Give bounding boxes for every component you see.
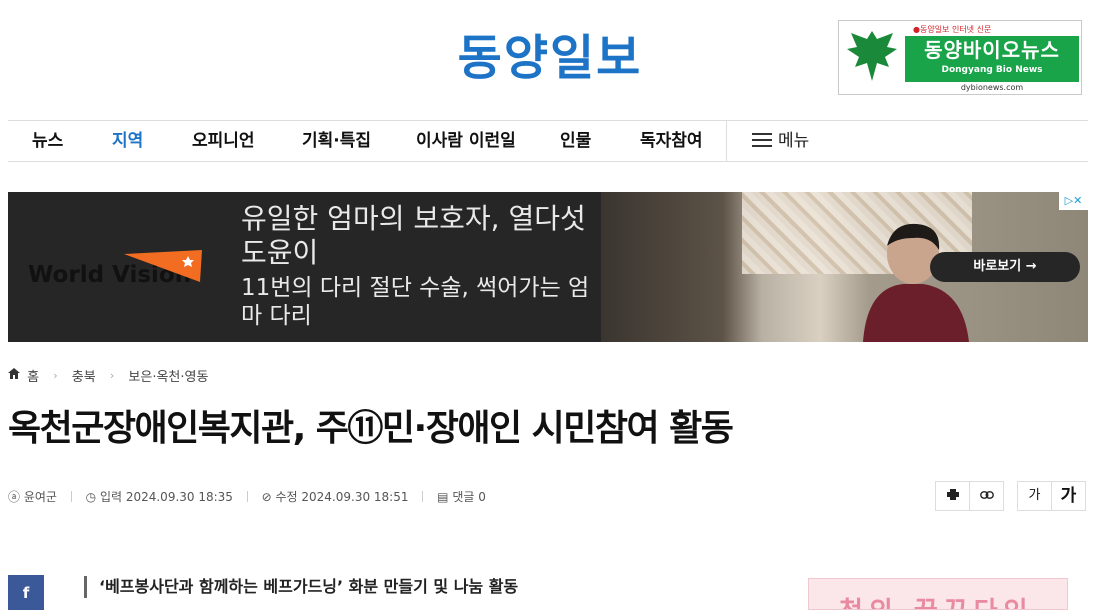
bio-title: 동양바이오뉴스 [924, 38, 1060, 62]
clock-icon: ◷ [85, 490, 97, 504]
meta-divider [422, 491, 424, 502]
article-meta: ⓐ 윤여군 ◷ 입력 2024.09.30 18:35 ⊘ 수정 2024.09… [8, 488, 486, 505]
ad-choices-icon[interactable]: ▷✕ [1059, 192, 1088, 210]
eagle-emblem-icon [847, 31, 897, 81]
bio-tagline: ●동양일보 인터넷 신문 [913, 25, 992, 34]
ad-cta-button[interactable]: 바로보기 → [930, 252, 1080, 282]
check-circle-icon: ⊘ [261, 490, 272, 504]
site-logo[interactable]: 동양일보 [440, 28, 660, 88]
comments-text: 댓글 0 [452, 490, 486, 504]
breadcrumb-level1[interactable]: 충북 [72, 366, 96, 385]
home-icon [8, 368, 20, 383]
print-button[interactable] [935, 481, 970, 511]
updated-text: 수정 2024.09.30 18:51 [275, 490, 409, 504]
ad-brand-area: World Vision [8, 192, 228, 342]
facebook-share-button[interactable]: f [8, 575, 44, 610]
comment-icon: ▤ [437, 490, 449, 504]
nav-item-people[interactable]: 인물 [560, 121, 591, 161]
bio-news-banner[interactable]: ●동양일보 인터넷 신문 동양바이오뉴스 Dongyang Bio News d… [838, 20, 1082, 95]
side-ad-text: 청의 꿈꾸다인 [839, 591, 1034, 609]
menu-label: 메뉴 [778, 131, 810, 151]
author-name: 윤여군 [23, 490, 57, 504]
font-size-increase-button[interactable]: 가 [1051, 481, 1086, 511]
link-icon [979, 491, 994, 499]
breadcrumb-level2[interactable]: 보은·옥천·영동 [128, 366, 208, 385]
hamburger-icon [752, 133, 772, 147]
facebook-icon: f [22, 584, 30, 602]
ad-subtext: 11번의 다리 절단 수술, 썩어가는 엄마 다리 [241, 275, 590, 329]
print-icon [946, 489, 959, 500]
bio-title-box: 동양바이오뉴스 Dongyang Bio News [905, 36, 1079, 82]
bio-url: dybionews.com [960, 83, 1024, 92]
comments-link[interactable]: ▤ 댓글 0 [437, 488, 486, 505]
nav-divider [726, 121, 727, 161]
main-nav: 뉴스 지역 오피니언 기획·특집 이사람 이런일 인물 독자참여 메뉴 [8, 120, 1088, 162]
bio-subtitle: Dongyang Bio News [941, 65, 1043, 75]
updated-date: ⊘ 수정 2024.09.30 18:51 [262, 488, 409, 505]
chevron-right-icon: › [53, 369, 58, 382]
nav-item-region[interactable]: 지역 [112, 121, 143, 161]
breadcrumb: 홈 › 충북 › 보은·옥천·영동 [8, 366, 208, 385]
world-vision-star-icon [124, 250, 202, 282]
published-date: ◷ 입력 2024.09.30 18:35 [86, 488, 233, 505]
article-subhead: ‘베프봉사단과 함께하는 베프가드닝’ 화분 만들기 및 나눔 활동 [84, 576, 518, 598]
nav-item-people-stories[interactable]: 이사람 이런일 [416, 121, 516, 161]
person-icon: ⓐ [8, 490, 21, 504]
breadcrumb-home[interactable]: 홈 [27, 366, 39, 385]
menu-button[interactable]: 메뉴 [752, 121, 809, 161]
ad-headline: 유일한 엄마의 보호자, 열다섯 도윤이 [241, 202, 586, 269]
nav-item-news[interactable]: 뉴스 [32, 121, 63, 161]
ad-banner[interactable]: World Vision 유일한 엄마의 보호자, 열다섯 도윤이 11번의 다… [8, 192, 1088, 342]
meta-divider [246, 491, 248, 502]
font-size-decrease-button[interactable]: 가 [1017, 481, 1052, 511]
nav-item-opinion[interactable]: 오피니언 [192, 121, 255, 161]
side-ad[interactable]: 청의 꿈꾸다인 [808, 578, 1068, 610]
copy-link-button[interactable] [969, 481, 1004, 511]
chevron-right-icon: › [109, 369, 115, 382]
nav-item-feature[interactable]: 기획·특집 [302, 121, 371, 161]
author[interactable]: ⓐ 윤여군 [8, 488, 57, 505]
published-text: 입력 2024.09.30 18:35 [99, 490, 233, 504]
article-title: 옥천군장애인복지관, 주⑪민·장애인 시민참여 활동 [8, 408, 734, 449]
nav-item-reader[interactable]: 독자참여 [640, 121, 703, 161]
meta-divider [70, 491, 72, 502]
